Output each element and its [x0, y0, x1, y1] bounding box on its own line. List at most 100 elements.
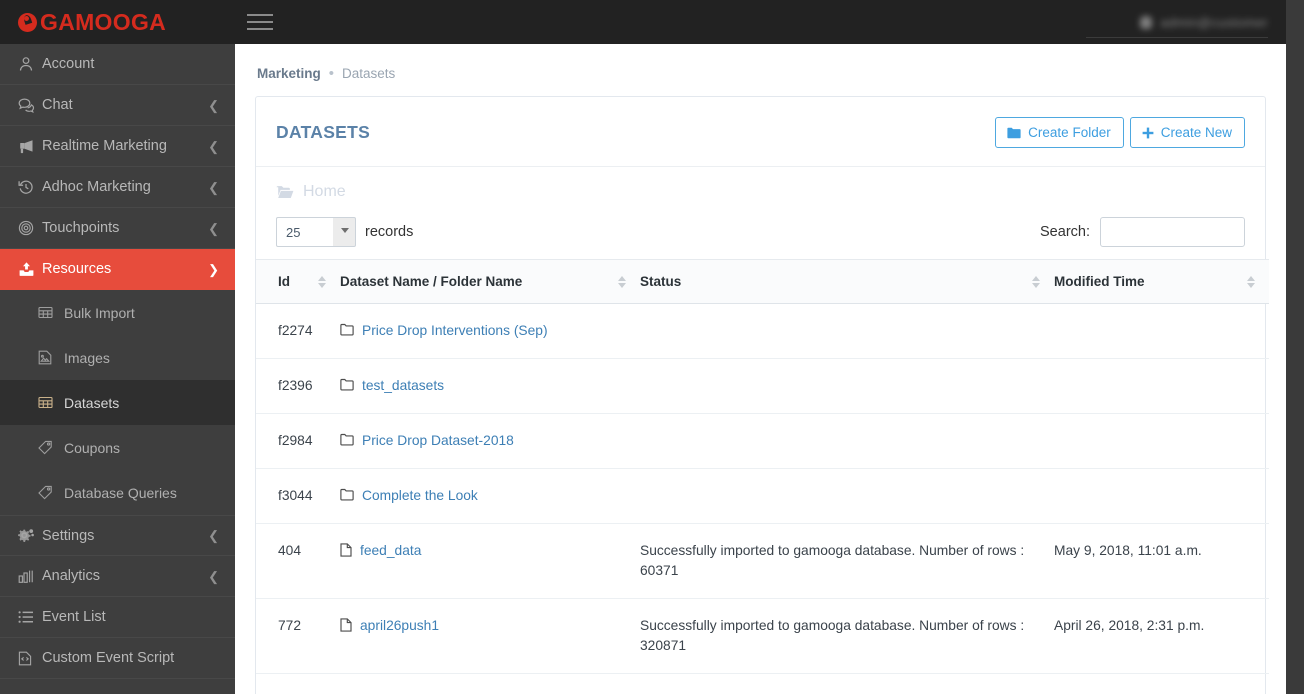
sidebar-item-label: Settings [42, 527, 95, 544]
target-icon [18, 220, 42, 236]
sidebar-item-adhoc-marketing[interactable]: Adhoc Marketing ❮ [0, 167, 235, 208]
table-icon [38, 305, 64, 320]
chat-icon [18, 97, 42, 113]
cell-id: 772 [256, 598, 340, 674]
sort-icon[interactable] [318, 275, 326, 288]
column-header-name[interactable]: Dataset Name / Folder Name [340, 259, 640, 304]
page-length-group: 25 records [276, 217, 413, 247]
cell-modified-time [1054, 358, 1269, 414]
table-row: f3044 Complete the Look [256, 468, 1269, 524]
dataset-link[interactable]: feed_data [360, 541, 421, 561]
sidebar-item-images[interactable]: Images [0, 335, 235, 380]
cell-name: Price Drop Dataset-2018 [340, 413, 640, 469]
cell-modified-time [1054, 673, 1269, 694]
sidebar-item-datasets[interactable]: Datasets [0, 380, 235, 425]
sidebar-item-label: Bulk Import [64, 304, 135, 321]
table-row: f2984 Price Drop Dataset-2018 [256, 413, 1269, 469]
breadcrumb: Marketing • Datasets [235, 44, 1286, 81]
folder-link[interactable]: Price Drop Dataset-2018 [362, 431, 514, 451]
sidebar-item-realtime-marketing[interactable]: Realtime Marketing ❮ [0, 126, 235, 167]
chevron-left-icon: ❮ [208, 568, 219, 584]
table-icon [38, 395, 64, 410]
chevron-left-icon: ❮ [208, 138, 219, 154]
column-label: Status [640, 274, 682, 289]
search-label: Search: [1040, 224, 1090, 240]
file-icon [340, 543, 352, 557]
cell-status [640, 468, 1054, 524]
upload-icon [18, 261, 42, 277]
sort-icon[interactable] [1032, 275, 1040, 288]
cell-name: Complete the Look [340, 468, 640, 524]
sidebar-item-chat[interactable]: Chat ❮ [0, 85, 235, 126]
table-body: f2274 Price Drop Interventions (Sep) f2396… [256, 303, 1269, 694]
sidebar-item-coupons[interactable]: Coupons [0, 425, 235, 470]
cell-id: f2984 [256, 413, 340, 469]
cell-status: Successfully imported to gamooga databas… [640, 523, 1054, 599]
cell-name: Price Drop Interventions (Sep) [340, 303, 640, 359]
cell-id [256, 673, 340, 694]
column-header-status[interactable]: Status [640, 259, 1054, 304]
code-file-icon [18, 651, 42, 666]
cell-id: f2274 [256, 303, 340, 359]
sort-icon[interactable] [1247, 275, 1255, 288]
sidebar-item-event-list[interactable]: Event List [0, 597, 235, 638]
megaphone-icon [18, 138, 42, 154]
sidebar-item-label: Resources [42, 261, 112, 277]
page-title: DATASETS [276, 122, 371, 142]
column-label: Dataset Name / Folder Name [340, 274, 523, 289]
sidebar-item-settings[interactable]: Settings ❮ [0, 515, 235, 556]
breadcrumb-separator-icon: • [328, 65, 335, 82]
gears-icon [18, 528, 42, 544]
dataset-link[interactable]: april26push1 [360, 616, 439, 636]
cell-status [640, 413, 1054, 469]
breadcrumb-root[interactable]: Marketing [257, 66, 321, 81]
cell-name: feed_data [340, 523, 640, 599]
folder-link[interactable]: Complete the Look [362, 486, 478, 506]
column-label: Id [278, 274, 290, 289]
sidebar-item-touchpoints[interactable]: Touchpoints ❮ [0, 208, 235, 249]
user-icon [18, 56, 42, 72]
cell-modified-time: May 9, 2018, 11:01 a.m. [1054, 523, 1269, 599]
folder-breadcrumb[interactable]: Home [256, 167, 1265, 211]
page-length-select[interactable]: 25 [276, 217, 356, 247]
table-row: f2396 test_datasets [256, 358, 1269, 414]
cell-name [340, 673, 640, 694]
sidebar-item-analytics[interactable]: Analytics ❮ [0, 556, 235, 597]
records-label: records [365, 224, 414, 240]
bar-chart-icon [18, 569, 42, 584]
folder-link[interactable]: Price Drop Interventions (Sep) [362, 321, 548, 341]
sidebar-item-label: Adhoc Marketing [42, 179, 151, 195]
create-folder-button[interactable]: Create Folder [995, 117, 1124, 148]
column-header-id[interactable]: Id [256, 259, 340, 304]
sidebar-item-bulk-import[interactable]: Bulk Import [0, 290, 235, 335]
chevron-down-icon: ❯ [208, 261, 219, 277]
sidebar-item-custom-event-script[interactable]: Custom Event Script [0, 638, 235, 679]
table-header-row: Id Dataset Name / Folder Name Status Mod… [256, 259, 1269, 304]
sidebar-item-label: Coupons [64, 439, 121, 456]
tag-icon [38, 485, 64, 500]
search-input[interactable] [1100, 217, 1245, 247]
create-new-button[interactable]: Create New [1129, 117, 1245, 148]
datasets-panel: DATASETS Create Folder Create New Home 2… [255, 96, 1269, 694]
cell-status: Successfully imported to gamooga databas… [640, 598, 1054, 674]
sort-icon[interactable] [618, 275, 626, 288]
cell-id: 404 [256, 523, 340, 599]
chevron-left-icon: ❮ [208, 179, 219, 195]
folder-icon [340, 323, 354, 336]
sidebar-item-label: Account [42, 56, 95, 72]
tag-icon [38, 440, 64, 455]
folder-link[interactable]: test_datasets [362, 376, 444, 396]
breadcrumb-current: Datasets [342, 66, 396, 81]
sidebar-item-resources[interactable]: Resources ❯ [0, 249, 235, 290]
create-new-label: Create New [1160, 125, 1232, 140]
sidebar-item-database-queries[interactable]: Database Queries [0, 470, 235, 515]
sidebar: Account Chat ❮ Realtime Marketing ❮ Adho… [0, 44, 235, 694]
sidebar-item-account[interactable]: Account [0, 44, 235, 85]
folder-home-label: Home [303, 183, 346, 200]
sidebar-item-label: Chat [42, 97, 73, 113]
column-header-modified-time[interactable]: Modified Time [1054, 259, 1269, 304]
brand-logo[interactable]: GAMOOGA [0, 0, 235, 44]
create-folder-label: Create Folder [1028, 125, 1111, 140]
hamburger-icon[interactable] [247, 9, 273, 35]
top-bar: GAMOOGA admin@customer [0, 0, 1286, 44]
